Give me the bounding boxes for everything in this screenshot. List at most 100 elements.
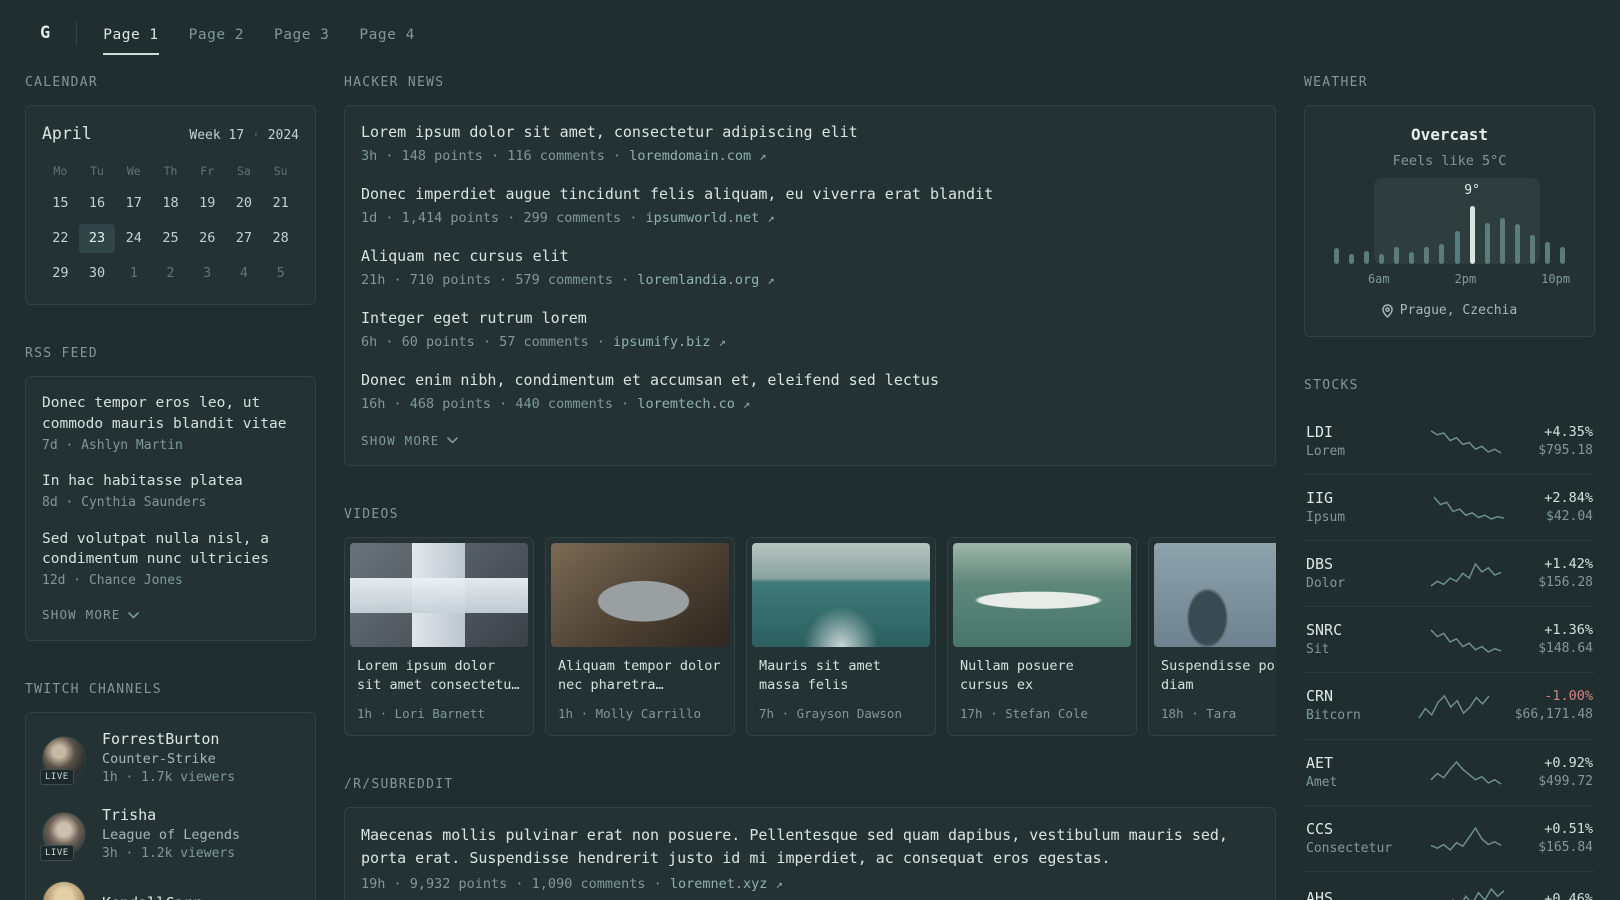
hn-item-domain-link[interactable]: ipsumify.biz ↗ xyxy=(613,334,726,350)
stock-sparkline xyxy=(1394,626,1538,654)
tab-page-3[interactable]: Page 3 xyxy=(274,13,329,55)
stock-price: $156.28 xyxy=(1538,574,1593,590)
subreddit-post-domain-link[interactable]: loremnet.xyz ↗ xyxy=(670,876,783,892)
calendar-day-next-month: 4 xyxy=(239,265,248,282)
video-title[interactable]: Lorem ipsum dolor sit amet consectetu… xyxy=(350,657,528,696)
video-thumbnail[interactable] xyxy=(752,543,930,648)
video-card[interactable]: Aliquam tempor dolor nec pharetra… 1h · … xyxy=(545,537,735,736)
hn-item-title[interactable]: Lorem ipsum dolor sit amet, consectetur … xyxy=(361,122,1259,143)
calendar-dow: Su xyxy=(273,164,288,179)
stock-row[interactable]: SNRC Sit +1.36% $148.64 xyxy=(1304,606,1595,672)
stock-name: Sit xyxy=(1306,642,1330,658)
hn-item-domain-link[interactable]: ipsumworld.net ↗ xyxy=(645,210,774,226)
stock-row[interactable]: IIG Ipsum +2.84% $42.04 xyxy=(1304,473,1595,540)
subreddit-post-title[interactable]: Maecenas mollis pulvinar erat non posuer… xyxy=(361,824,1259,869)
weather-bar xyxy=(1450,206,1465,265)
weather-time-label xyxy=(1403,271,1416,288)
hn-item: Integer eget rutrum lorem 6h · 60 points… xyxy=(361,308,1259,352)
stock-ticker[interactable]: AHS xyxy=(1306,888,1394,900)
video-title[interactable]: Suspendisse posuere diam xyxy=(1154,657,1276,696)
stock-ticker[interactable]: CRN xyxy=(1306,686,1394,707)
hn-show-more-button[interactable]: SHOW MORE xyxy=(361,432,1259,450)
subreddit-post: Maecenas mollis pulvinar erat non posuer… xyxy=(361,824,1259,894)
stock-change: +4.35% xyxy=(1544,423,1593,440)
hn-item-domain-link[interactable]: loremtech.co ↗ xyxy=(637,396,750,412)
stock-name: Ipsum xyxy=(1306,509,1346,525)
rss-item[interactable]: Donec tempor eros leo, ut commodo mauris… xyxy=(42,393,299,455)
video-thumbnail[interactable] xyxy=(953,543,1131,648)
rss-item-meta: 8d · Cynthia Saunders xyxy=(42,495,207,511)
hn-item-domain: loremtech.co xyxy=(637,395,735,412)
weather-bar xyxy=(1495,206,1510,265)
tab-page-2[interactable]: Page 2 xyxy=(189,13,244,55)
stock-price: $66,171.48 xyxy=(1514,707,1593,723)
twitch-channel-meta: 1h · 1.7k viewers xyxy=(102,769,236,785)
video-thumbnail[interactable] xyxy=(551,543,729,648)
stock-values: +4.35% $795.18 xyxy=(1538,423,1593,460)
left-column: CALENDAR April Week 17 · 2024 Mo Tu We T… xyxy=(25,74,316,900)
calendar-day: 21 xyxy=(272,195,289,212)
stock-row[interactable]: AET Amet +0.92% $499.72 xyxy=(1304,738,1595,805)
calendar-day: 27 xyxy=(235,230,253,247)
rss-item[interactable]: In hac habitasse platea 8d · Cynthia Sau… xyxy=(42,471,299,512)
stock-price: $795.18 xyxy=(1538,442,1593,458)
rss-item[interactable]: Sed volutpat nulla nisl, a condimentum n… xyxy=(42,529,299,591)
stock-ticker[interactable]: IIG xyxy=(1306,488,1394,509)
stock-ticker[interactable]: AET xyxy=(1306,753,1394,774)
hn-item-title[interactable]: Integer eget rutrum lorem xyxy=(361,308,1259,329)
twitch-channel[interactable]: LIVE ForrestBurton Counter-Strike 1h · 1… xyxy=(40,729,299,787)
stock-row[interactable]: AHS +0.46% xyxy=(1304,870,1595,900)
video-title[interactable]: Mauris sit amet massa felis xyxy=(752,657,930,696)
hn-item-title[interactable]: Donec enim nibh, condimentum et accumsan… xyxy=(361,370,1259,391)
tab-page-4[interactable]: Page 4 xyxy=(359,13,414,55)
weather-bar xyxy=(1329,206,1344,265)
weather-time-label xyxy=(1329,271,1342,288)
video-thumbnail[interactable] xyxy=(1154,543,1276,648)
video-thumbnail[interactable] xyxy=(350,543,528,648)
video-title[interactable]: Nullam posuere cursus ex xyxy=(953,657,1131,696)
weather-time-label xyxy=(1390,271,1403,288)
hn-item-title[interactable]: Donec imperdiet augue tincidunt felis al… xyxy=(361,184,1259,205)
weather-time-label xyxy=(1416,271,1429,288)
twitch-channel-name[interactable]: Trisha xyxy=(102,805,240,826)
subreddit-widget: /R/SUBREDDIT Maecenas mollis pulvinar er… xyxy=(344,776,1276,900)
rss-item-title[interactable]: Donec tempor eros leo, ut commodo mauris… xyxy=(42,393,299,434)
hn-item-title[interactable]: Aliquam nec cursus elit xyxy=(361,246,1259,267)
rss-item-title[interactable]: In hac habitasse platea xyxy=(42,471,299,491)
avatar xyxy=(42,881,86,900)
stock-ticker[interactable]: CCS xyxy=(1306,819,1394,840)
calendar-day: 18 xyxy=(162,195,179,212)
show-more-label: SHOW MORE xyxy=(42,607,121,623)
calendar-week-label: Week 17 xyxy=(189,128,245,144)
stock-ticker[interactable]: LDI xyxy=(1306,422,1394,443)
stock-ticker[interactable]: SNRC xyxy=(1306,620,1394,641)
hn-item-domain-link[interactable]: loremlandia.org ↗ xyxy=(637,272,774,288)
twitch-channel[interactable]: KendallCarr xyxy=(42,881,299,900)
external-link-icon: ↗ xyxy=(767,211,775,226)
video-card[interactable]: Lorem ipsum dolor sit amet consectetu… 1… xyxy=(344,537,534,736)
twitch-channel[interactable]: LIVE Trisha League of Legends 3h · 1.2k … xyxy=(40,805,299,863)
twitch-channel-name[interactable]: ForrestBurton xyxy=(102,729,235,750)
video-card[interactable]: Suspendisse posuere diam 18h · Tara xyxy=(1148,537,1276,736)
stock-ticker[interactable]: DBS xyxy=(1306,554,1394,575)
tab-page-1[interactable]: Page 1 xyxy=(103,13,159,56)
videos-section-title: VIDEOS xyxy=(344,507,399,523)
twitch-channel-name[interactable]: KendallCarr xyxy=(102,893,201,900)
videos-row: Lorem ipsum dolor sit amet consectetu… 1… xyxy=(344,537,1276,736)
rss-item-title[interactable]: Sed volutpat nulla nisl, a condimentum n… xyxy=(42,529,299,570)
calendar-day: 25 xyxy=(162,230,179,247)
stock-row[interactable]: CCS Consectetur +0.51% $165.84 xyxy=(1304,804,1595,871)
rss-show-more-button[interactable]: SHOW MORE xyxy=(42,606,299,624)
video-title[interactable]: Aliquam tempor dolor nec pharetra… xyxy=(551,657,729,696)
video-card[interactable]: Nullam posuere cursus ex 17h · Stefan Co… xyxy=(947,537,1137,736)
stock-row[interactable]: CRN Bitcorn -1.00% $66,171.48 xyxy=(1304,672,1595,738)
stock-change: +1.36% xyxy=(1544,622,1593,639)
video-card[interactable]: Mauris sit amet massa felis 7h · Grayson… xyxy=(746,537,936,736)
stock-row[interactable]: LDI Lorem +4.35% $795.18 xyxy=(1304,409,1595,474)
weather-bar xyxy=(1555,206,1570,265)
stock-row[interactable]: DBS Dolor +1.42% $156.28 xyxy=(1304,540,1595,606)
subreddit-section-title: /R/SUBREDDIT xyxy=(344,776,454,792)
weather-time-label xyxy=(1515,271,1528,288)
hn-item-domain-link[interactable]: loremdomain.com ↗ xyxy=(629,148,766,164)
weather-time-label: 10pm xyxy=(1541,272,1571,287)
